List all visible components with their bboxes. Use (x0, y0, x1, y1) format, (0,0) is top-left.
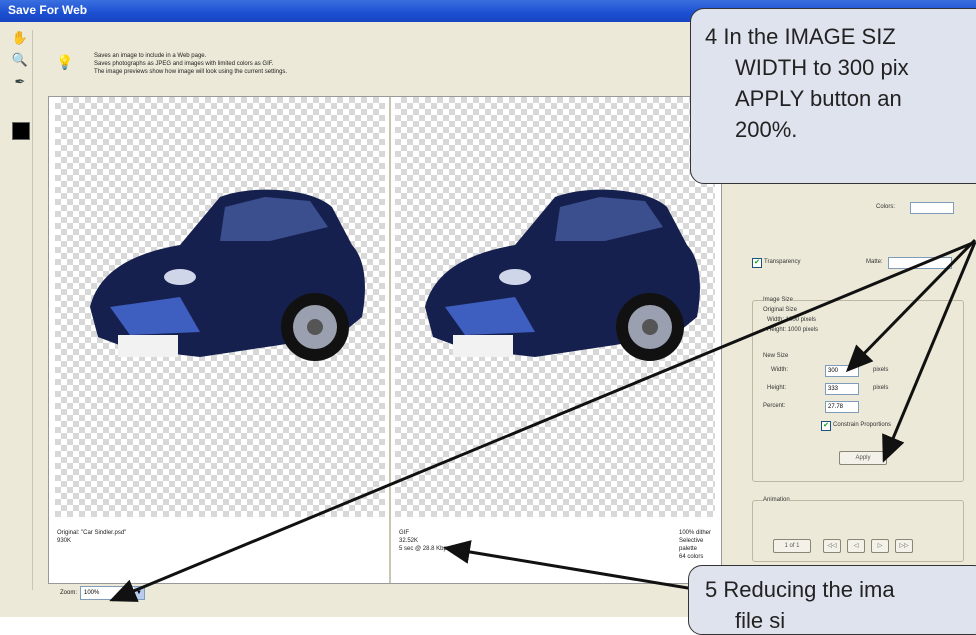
callout-line: WIDTH to 300 pix (735, 55, 909, 80)
step-5-callout: 5 Reducing the ima file si (688, 565, 976, 635)
arrow-to-file-size (443, 540, 701, 592)
callout-line: 5 Reducing the ima (705, 577, 895, 602)
callout-line: file si (735, 608, 786, 633)
step-4-callout: 4 In the IMAGE SIZ WIDTH to 300 pix APPL… (690, 8, 976, 184)
arrow-to-zoom-select (109, 240, 976, 602)
arrow-to-width-input (845, 238, 976, 373)
callout-line: APPLY button an (735, 86, 902, 111)
callout-line: 4 In the IMAGE SIZ (705, 24, 896, 49)
callout-line: 200%. (735, 117, 798, 142)
